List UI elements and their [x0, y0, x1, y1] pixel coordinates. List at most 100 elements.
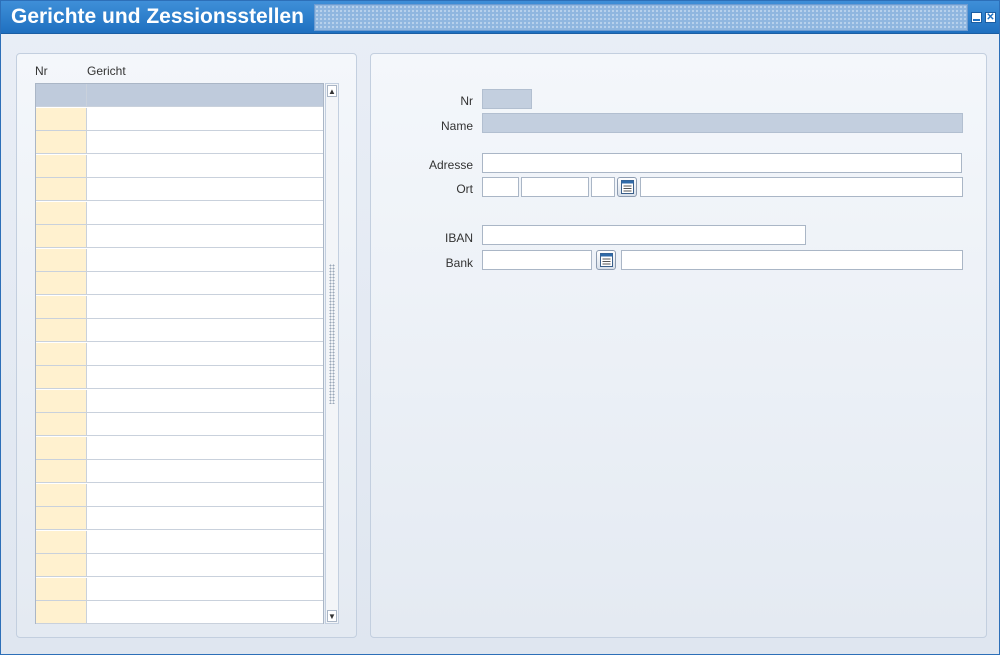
cell-gericht[interactable]	[87, 578, 323, 600]
table-row[interactable]	[36, 131, 323, 154]
adresse-input[interactable]	[483, 154, 961, 172]
nr-label: Nr	[460, 94, 473, 108]
bank-code-field[interactable]	[482, 250, 592, 270]
cell-gericht[interactable]	[87, 460, 323, 482]
table-row[interactable]	[36, 530, 323, 554]
cell-gericht[interactable]	[87, 601, 323, 623]
cell-nr[interactable]	[36, 413, 87, 435]
table-row[interactable]	[36, 366, 323, 389]
ort-city-field[interactable]	[640, 177, 963, 197]
table-row[interactable]	[36, 272, 323, 295]
table-row[interactable]	[36, 389, 323, 413]
column-header-nr[interactable]: Nr	[35, 64, 48, 78]
cell-nr[interactable]	[36, 272, 87, 294]
cell-gericht[interactable]	[87, 366, 323, 388]
table-row[interactable]	[36, 225, 323, 248]
column-header-gericht[interactable]: Gericht	[87, 64, 126, 78]
bank-code-input[interactable]	[483, 251, 591, 269]
lookup-list-icon	[621, 180, 634, 194]
cell-nr[interactable]	[36, 154, 87, 177]
table-row[interactable]	[36, 319, 323, 342]
cell-nr[interactable]	[36, 530, 87, 553]
ort-extra-field[interactable]	[591, 177, 615, 197]
cell-gericht[interactable]	[87, 225, 323, 247]
cell-nr[interactable]	[36, 554, 87, 576]
adresse-field[interactable]	[482, 153, 962, 173]
bank-name-input[interactable]	[622, 251, 962, 269]
cell-gericht[interactable]	[87, 131, 323, 153]
iban-field[interactable]	[482, 225, 806, 245]
cell-nr[interactable]	[36, 507, 87, 529]
cell-nr[interactable]	[36, 295, 87, 318]
name-field	[482, 113, 963, 133]
bank-name-field[interactable]	[621, 250, 963, 270]
cell-gericht[interactable]	[87, 202, 323, 224]
cell-nr[interactable]	[36, 342, 87, 365]
cell-gericht[interactable]	[87, 108, 323, 130]
cell-gericht[interactable]	[87, 296, 323, 318]
table-row[interactable]	[36, 460, 323, 483]
cell-gericht[interactable]	[87, 178, 323, 200]
table-row[interactable]	[36, 84, 323, 107]
cell-gericht[interactable]	[87, 390, 323, 412]
cell-nr[interactable]	[36, 178, 87, 200]
ort-plz-input[interactable]	[522, 178, 588, 196]
cell-gericht[interactable]	[87, 507, 323, 529]
cell-nr[interactable]	[36, 601, 87, 623]
cell-gericht[interactable]	[87, 531, 323, 553]
cell-gericht[interactable]	[87, 319, 323, 341]
table-row[interactable]	[36, 507, 323, 530]
cell-nr[interactable]	[36, 225, 87, 247]
name-input	[483, 114, 962, 132]
table-row[interactable]	[36, 295, 323, 319]
cell-gericht[interactable]	[87, 437, 323, 459]
cell-nr[interactable]	[36, 319, 87, 341]
cell-nr[interactable]	[36, 483, 87, 506]
cell-nr[interactable]	[36, 131, 87, 153]
cell-gericht[interactable]	[87, 155, 323, 177]
ort-country-input[interactable]	[483, 178, 518, 196]
cell-nr[interactable]	[36, 107, 87, 130]
table-row[interactable]	[36, 201, 323, 225]
ort-plz-field[interactable]	[521, 177, 589, 197]
close-icon[interactable]: ✕	[985, 12, 996, 23]
cell-nr[interactable]	[36, 201, 87, 224]
cell-nr[interactable]	[36, 248, 87, 271]
scrollbar-grip[interactable]	[329, 264, 335, 404]
cell-nr[interactable]	[36, 389, 87, 412]
cell-gericht[interactable]	[87, 343, 323, 365]
minimize-icon[interactable]	[971, 12, 982, 23]
cell-nr[interactable]	[36, 84, 87, 106]
court-list-grid[interactable]	[35, 83, 324, 624]
bank-lookup-button[interactable]	[596, 250, 616, 270]
table-row[interactable]	[36, 154, 323, 178]
ort-city-input[interactable]	[641, 178, 962, 196]
table-row[interactable]	[36, 107, 323, 131]
cell-nr[interactable]	[36, 436, 87, 459]
cell-gericht[interactable]	[87, 84, 323, 106]
cell-gericht[interactable]	[87, 554, 323, 576]
cell-nr[interactable]	[36, 460, 87, 482]
scroll-up-icon[interactable]: ▲	[327, 85, 337, 97]
cell-nr[interactable]	[36, 366, 87, 388]
cell-gericht[interactable]	[87, 249, 323, 271]
table-row[interactable]	[36, 248, 323, 272]
ort-extra-input[interactable]	[592, 178, 614, 196]
table-row[interactable]	[36, 342, 323, 366]
table-row[interactable]	[36, 413, 323, 436]
cell-gericht[interactable]	[87, 484, 323, 506]
ort-country-field[interactable]	[482, 177, 519, 197]
iban-input[interactable]	[483, 226, 805, 244]
list-scrollbar[interactable]: ▲ ▼	[325, 83, 339, 624]
table-row[interactable]	[36, 178, 323, 201]
cell-gericht[interactable]	[87, 413, 323, 435]
ort-lookup-button[interactable]	[617, 177, 637, 197]
cell-gericht[interactable]	[87, 272, 323, 294]
table-row[interactable]	[36, 554, 323, 577]
cell-nr[interactable]	[36, 577, 87, 600]
scroll-down-icon[interactable]: ▼	[327, 610, 337, 622]
table-row[interactable]	[36, 577, 323, 601]
table-row[interactable]	[36, 483, 323, 507]
table-row[interactable]	[36, 436, 323, 460]
table-row[interactable]	[36, 601, 323, 624]
